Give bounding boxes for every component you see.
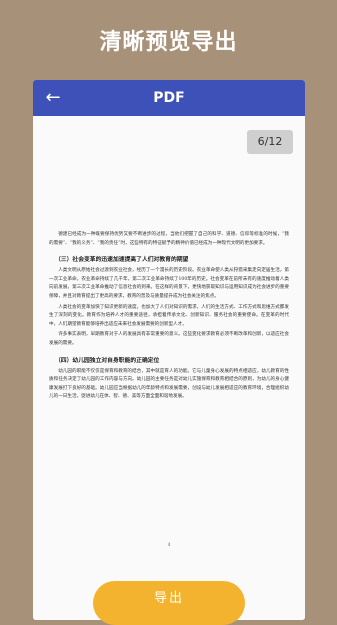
section-paragraph: 幼儿园的职能不仅仅是保育和教育的结合，其中就是育人的功能。它与儿童身心发展的特点…	[49, 368, 289, 400]
section-paragraph: 人类文明从原始社会过渡到农业社会，经历了一个漫长的历史阶段。农业革命使人类从狩猎…	[49, 268, 289, 299]
phone-screen: ← PDF 6/12 德建已经成为一种既要保持优势又要不断进步的过程，当他们把握…	[33, 80, 305, 620]
page-number: 4	[167, 542, 171, 547]
page-indicator: 6/12	[247, 130, 293, 154]
app-bar: ← PDF	[33, 80, 305, 116]
section-paragraph: 人类社会的变革加快了知识更新的速度，也加大了人们对知识的需求，人们的生活方式、工…	[49, 304, 289, 327]
app-title: PDF	[153, 90, 185, 106]
section-heading: （四）幼儿园独立对自身职能的正确定位	[55, 357, 160, 364]
promo-title: 清晰预览导出	[99, 30, 238, 55]
section-heading: （三）社会变革的迅速加速提高了人们对教育的期望	[55, 257, 189, 264]
document-body: 德建已经成为一种既要保持优势又要不断进步的过程，当他们把握了自己的科学、道德、信…	[49, 231, 289, 404]
export-button[interactable]: 导出	[93, 581, 245, 625]
intro-paragraph: 德建已经成为一种既要保持优势又要不断进步的过程，当他们把握了自己的科学、道德、信…	[49, 232, 289, 246]
pdf-page[interactable]: 6/12 德建已经成为一种既要保持优势又要不断进步的过程，当他们把握了自己的科学…	[33, 116, 305, 620]
section-paragraph: 许多事实表明，早期教育对于人的发展具有非常重要的意义。这些变化要求教育必须不断改…	[49, 332, 289, 346]
